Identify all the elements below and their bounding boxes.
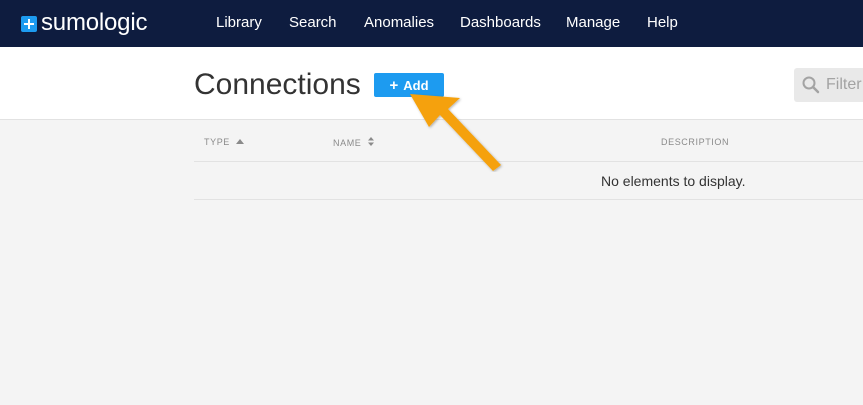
- table-header: TYPE NAME DESCRIPTION: [194, 120, 863, 162]
- logo-plus-icon: [21, 16, 37, 32]
- sort-both-icon: [367, 137, 374, 146]
- search-icon: [802, 76, 820, 94]
- empty-state-message: No elements to display.: [601, 173, 746, 189]
- column-header-type-label: TYPE: [204, 137, 230, 147]
- nav-manage[interactable]: Manage: [566, 14, 620, 32]
- annotation-arrow-icon: [410, 94, 501, 171]
- table-body: No elements to display.: [194, 162, 863, 200]
- column-header-type[interactable]: TYPE: [204, 137, 245, 147]
- column-header-name-label: NAME: [333, 138, 362, 148]
- nav-library[interactable]: Library: [216, 14, 262, 32]
- nav-search[interactable]: Search: [289, 14, 337, 32]
- sort-asc-icon: [236, 139, 245, 144]
- column-header-description[interactable]: DESCRIPTION: [661, 137, 729, 147]
- add-button-label: Add: [403, 77, 429, 93]
- page-title: Connections: [194, 68, 361, 101]
- plus-icon: +: [389, 76, 399, 94]
- nav-dashboards[interactable]: Dashboards: [460, 14, 541, 32]
- sumologic-logo[interactable]: sumologic: [21, 9, 147, 37]
- logo-text: sumologic: [41, 9, 148, 36]
- top-nav-bar: sumologic Library Search Anomalies Dashb…: [0, 0, 863, 47]
- nav-anomalies[interactable]: Anomalies: [364, 14, 434, 32]
- nav-help[interactable]: Help: [647, 14, 678, 32]
- filter-field[interactable]: [794, 68, 863, 102]
- column-header-name[interactable]: NAME: [333, 137, 374, 148]
- filter-input[interactable]: [826, 76, 863, 94]
